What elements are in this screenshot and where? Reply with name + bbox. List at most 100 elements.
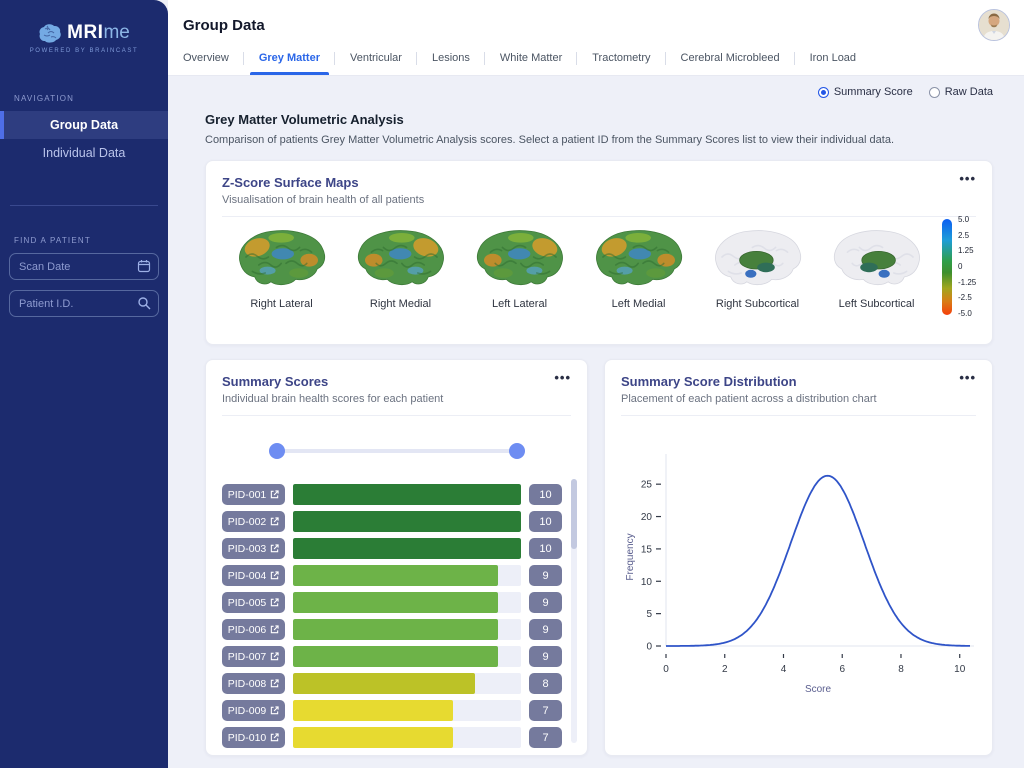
ellipsis-menu-icon[interactable]: •••	[959, 171, 976, 186]
patient-id-button[interactable]: PID-001	[222, 484, 285, 505]
patient-score-list: PID-00110PID-00210PID-00310PID-0049PID-0…	[222, 484, 562, 748]
score-bar-fill	[293, 565, 498, 586]
card-title: Summary Score Distribution	[621, 374, 976, 389]
patient-id-button[interactable]: PID-002	[222, 511, 285, 532]
external-link-icon	[270, 490, 279, 499]
patient-id-label: PID-003	[228, 543, 267, 555]
navigation-section-label: NAVIGATION	[14, 94, 168, 103]
tab-tractometry[interactable]: Tractometry	[577, 52, 665, 75]
brain-map-right-medial: Right Medial	[341, 225, 460, 318]
patient-id-label: PID-010	[228, 732, 267, 744]
external-link-icon	[270, 625, 279, 634]
slider-handle-max[interactable]	[509, 443, 525, 459]
brain-surface-icon	[822, 225, 932, 289]
score-badge: 9	[529, 646, 562, 667]
radio-summary-score[interactable]: Summary Score	[818, 86, 913, 98]
patient-id-button[interactable]: PID-004	[222, 565, 285, 586]
brain-map-left-lateral: Left Lateral	[460, 225, 579, 318]
ellipsis-menu-icon[interactable]: •••	[959, 370, 976, 385]
score-badge: 9	[529, 619, 562, 640]
score-bar-track	[293, 727, 521, 748]
page-description: Comparison of patients Grey Matter Volum…	[205, 134, 993, 146]
tab-cerebral-microbleed[interactable]: Cerebral Microbleed	[666, 52, 795, 75]
brain-surface-icon	[584, 225, 694, 289]
brain-map-label: Left Subcortical	[817, 298, 936, 310]
brain-map-left-medial: Left Medial	[579, 225, 698, 318]
brain-surface-icon	[703, 225, 813, 289]
patient-id-button[interactable]: PID-006	[222, 619, 285, 640]
patient-id-field[interactable]	[9, 290, 159, 317]
divider	[621, 415, 976, 416]
tab-iron-load[interactable]: Iron Load	[795, 52, 871, 75]
score-bar-fill	[293, 700, 453, 721]
patient-id-button[interactable]: PID-005	[222, 592, 285, 613]
colorbar-tick-label: -2.5	[958, 294, 976, 302]
radio-circle-icon[interactable]	[929, 87, 940, 98]
score-bar-fill	[293, 646, 498, 667]
tab-overview[interactable]: Overview	[183, 52, 244, 75]
sidebar-item-group-data[interactable]: Group Data	[0, 111, 168, 139]
brain-map-label: Left Lateral	[460, 298, 579, 310]
brain-map-label: Right Subcortical	[698, 298, 817, 310]
patient-id-button[interactable]: PID-008	[222, 673, 285, 694]
scan-date-field[interactable]	[9, 253, 159, 280]
score-bar-track	[293, 565, 521, 586]
patient-id-label: PID-006	[228, 624, 267, 636]
list-scrollbar[interactable]	[571, 479, 577, 743]
patient-row: PID-006 9	[222, 619, 562, 640]
patient-row: PID-0049	[222, 565, 562, 586]
scrollbar-thumb[interactable]	[571, 479, 577, 549]
colorbar-tick-label: 1.25	[958, 247, 976, 255]
colorbar-tick-label: -1.25	[958, 279, 976, 287]
sidebar: MRIme POWERED BY BRAINCAST NAVIGATION Gr…	[0, 0, 168, 768]
sidebar-item-individual-data[interactable]: Individual Data	[0, 139, 168, 167]
patient-id-label: PID-005	[228, 597, 267, 609]
calendar-icon[interactable]	[137, 259, 151, 278]
slider-handle-min[interactable]	[269, 443, 285, 459]
sidebar-nav: Group DataIndividual Data	[0, 111, 168, 167]
patient-id-input[interactable]	[10, 298, 158, 310]
score-bar-fill	[293, 727, 453, 748]
patient-id-label: PID-004	[228, 570, 267, 582]
card-title: Summary Scores	[222, 374, 571, 389]
tab-grey-matter[interactable]: Grey Matter	[244, 52, 335, 75]
score-badge: 7	[529, 700, 562, 721]
brain-map-label: Right Medial	[341, 298, 460, 310]
score-badge: 7	[529, 727, 562, 748]
svg-text:10: 10	[641, 577, 653, 588]
patient-id-label: PID-007	[228, 651, 267, 663]
svg-text:5: 5	[646, 609, 652, 620]
tab-white-matter[interactable]: White Matter	[485, 52, 577, 75]
tab-ventricular[interactable]: Ventricular	[335, 52, 417, 75]
ellipsis-menu-icon[interactable]: •••	[554, 370, 571, 385]
score-bar-track	[293, 538, 521, 559]
tab-bar: OverviewGrey MatterVentricularLesionsWhi…	[183, 52, 871, 75]
colorbar-tick-label: 5.0	[958, 216, 976, 224]
search-icon[interactable]	[137, 296, 151, 315]
brain-surface-icon	[346, 225, 456, 289]
colorbar-tick-label: 2.5	[958, 232, 976, 240]
card-subtitle: Individual brain health scores for each …	[222, 393, 571, 405]
user-avatar[interactable]	[978, 9, 1010, 41]
patient-row: PID-00110	[222, 484, 562, 505]
topbar: Group Data OverviewGrey MatterVentricula…	[168, 0, 1024, 76]
patient-id-button[interactable]: PID-003	[222, 538, 285, 559]
scan-date-input[interactable]	[10, 261, 158, 273]
patient-id-button[interactable]: PID-007	[222, 646, 285, 667]
radio-raw-data[interactable]: Raw Data	[929, 86, 993, 98]
brand-tagline: POWERED BY BRAINCAST	[0, 48, 168, 54]
score-badge: 10	[529, 511, 562, 532]
slider-track[interactable]	[277, 449, 517, 453]
radio-circle-icon[interactable]	[818, 87, 829, 98]
patient-id-button[interactable]: PID-009	[222, 700, 285, 721]
score-bar-track	[293, 619, 521, 640]
main-area: Group Data OverviewGrey MatterVentricula…	[168, 0, 1024, 768]
svg-text:20: 20	[641, 512, 653, 523]
patient-id-button[interactable]: PID-010	[222, 727, 285, 748]
colorbar-tick-label: -5.0	[958, 310, 976, 318]
svg-text:0: 0	[663, 664, 669, 675]
brain-logo-icon	[38, 23, 62, 44]
brand-suffix: me	[103, 22, 129, 43]
tab-lesions[interactable]: Lesions	[417, 52, 485, 75]
distribution-chart: 05101520250246810ScoreFrequency	[621, 424, 976, 704]
